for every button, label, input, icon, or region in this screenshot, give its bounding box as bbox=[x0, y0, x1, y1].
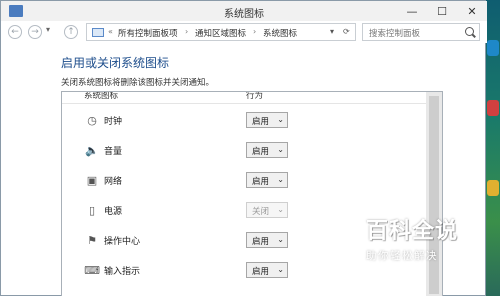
item-name: 输入指示 bbox=[104, 267, 141, 277]
chevron-down-icon: ⌄ bbox=[277, 145, 284, 154]
search-box[interactable]: 搜索控制面板 bbox=[362, 23, 480, 41]
scrollbar-thumb[interactable] bbox=[429, 96, 439, 294]
breadcrumb-system-icons[interactable]: 系统图标 bbox=[263, 27, 297, 39]
behavior-select[interactable]: 启用 ⌄ bbox=[246, 142, 288, 158]
behavior-select[interactable]: 启用 ⌄ bbox=[246, 172, 288, 188]
action-center-icon: ⚑ bbox=[87, 233, 97, 247]
volume-icon: 🔈 bbox=[85, 143, 99, 157]
chevron-down-icon: ⌄ bbox=[277, 265, 284, 274]
desktop-icon bbox=[487, 180, 499, 196]
vertical-scrollbar[interactable] bbox=[426, 92, 442, 296]
list-item: 🔈 音量 启用 ⌄ bbox=[62, 139, 428, 163]
power-icon: ▯ bbox=[88, 203, 96, 217]
behavior-value: 关闭 bbox=[252, 207, 270, 217]
behavior-value: 启用 bbox=[252, 117, 270, 127]
up-button[interactable]: ↑ bbox=[64, 25, 78, 39]
breadcrumb-separator[interactable]: › bbox=[185, 27, 188, 36]
network-icon: ▣ bbox=[86, 173, 98, 187]
address-row: ← → ▾ ↑ « 所有控制面板项 › 通知区域图标 › 系统图标 ▾ ⟳ 搜索… bbox=[1, 21, 487, 43]
watermark-subtitle: 助你轻松解决 bbox=[366, 250, 438, 262]
breadcrumb-notification-icons[interactable]: 通知区域图标 bbox=[195, 27, 246, 39]
search-icon[interactable] bbox=[465, 27, 474, 36]
watermark: 百科全说 助你轻松解决 bbox=[366, 219, 466, 263]
back-button[interactable]: ← bbox=[8, 25, 22, 39]
desktop-background bbox=[486, 0, 500, 296]
behavior-select-disabled: 关闭 ⌄ bbox=[246, 202, 288, 218]
list-header: 系统图标 行为 bbox=[62, 92, 428, 104]
page-description: 关闭系统图标将删除该图标并关闭通知。 bbox=[61, 78, 215, 88]
page-title: 启用或关闭系统图标 bbox=[61, 56, 170, 70]
column-header-icon: 系统图标 bbox=[84, 91, 119, 101]
minimize-button[interactable]: — bbox=[397, 1, 427, 21]
forward-button[interactable]: → bbox=[28, 25, 42, 39]
chevron-down-icon: ⌄ bbox=[277, 235, 284, 244]
desktop-icon bbox=[487, 40, 499, 56]
item-name: 音量 bbox=[104, 147, 123, 157]
list-item: ◷ 时钟 启用 ⌄ bbox=[62, 109, 428, 133]
address-bar[interactable]: « 所有控制面板项 › 通知区域图标 › 系统图标 ▾ ⟳ bbox=[86, 23, 356, 41]
behavior-select[interactable]: 启用 ⌄ bbox=[246, 262, 288, 278]
refresh-icon[interactable]: ⟳ bbox=[343, 27, 350, 36]
input-indicator-icon: ⌨ bbox=[84, 263, 100, 277]
item-name: 时钟 bbox=[104, 117, 123, 127]
behavior-select[interactable]: 启用 ⌄ bbox=[246, 232, 288, 248]
address-dropdown[interactable]: ▾ bbox=[330, 27, 334, 36]
item-name: 网络 bbox=[104, 177, 123, 187]
list-item: ▣ 网络 启用 ⌄ bbox=[62, 169, 428, 193]
breadcrumb-overflow[interactable]: « bbox=[108, 27, 113, 36]
recent-locations-dropdown[interactable]: ▾ bbox=[46, 25, 50, 34]
breadcrumb-separator[interactable]: › bbox=[253, 27, 256, 36]
chevron-down-icon: ⌄ bbox=[277, 205, 284, 214]
clock-icon: ◷ bbox=[87, 113, 97, 127]
item-name: 电源 bbox=[104, 207, 123, 217]
chevron-down-icon: ⌄ bbox=[277, 115, 284, 124]
behavior-value: 启用 bbox=[252, 147, 270, 157]
control-panel-icon bbox=[92, 28, 104, 37]
close-button[interactable]: ✕ bbox=[457, 1, 487, 21]
column-header-behavior: 行为 bbox=[246, 91, 264, 101]
breadcrumb-all-items[interactable]: 所有控制面板项 bbox=[118, 27, 178, 39]
behavior-value: 启用 bbox=[252, 267, 270, 277]
watermark-title: 百科全说 bbox=[366, 219, 459, 244]
behavior-select[interactable]: 启用 ⌄ bbox=[246, 112, 288, 128]
system-icons-list: 系统图标 行为 ◷ 时钟 启用 ⌄ 🔈 音量 启用 ⌄ ▣ 网络 启用 ⌄ ▯ … bbox=[61, 91, 443, 296]
behavior-value: 启用 bbox=[252, 237, 270, 247]
maximize-button[interactable]: ☐ bbox=[427, 1, 457, 21]
desktop-icon bbox=[487, 100, 499, 116]
search-input[interactable]: 搜索控制面板 bbox=[369, 27, 420, 39]
control-panel-window: 系统图标 — ☐ ✕ ← → ▾ ↑ « 所有控制面板项 › 通知区域图标 › … bbox=[0, 0, 487, 296]
item-name: 操作中心 bbox=[104, 237, 141, 247]
title-bar: 系统图标 — ☐ ✕ bbox=[1, 1, 487, 21]
behavior-value: 启用 bbox=[252, 177, 270, 187]
chevron-down-icon: ⌄ bbox=[277, 175, 284, 184]
